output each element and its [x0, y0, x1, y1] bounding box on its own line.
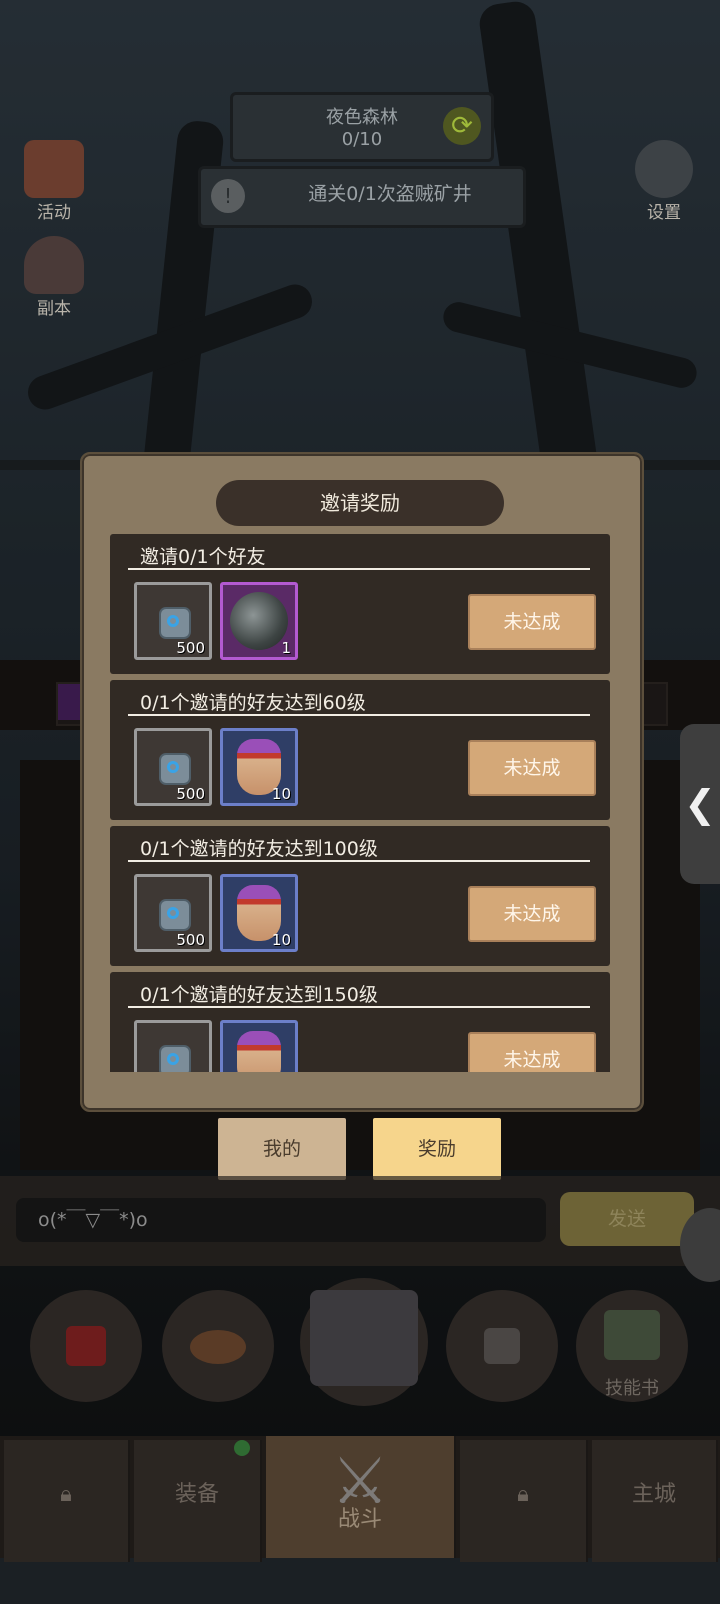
- nav-equip-label: 装备: [174, 1482, 219, 1507]
- chat-input[interactable]: o(*￣▽￣*)o: [16, 1198, 546, 1242]
- reward-title: 0/1个邀请的好友达到150级: [140, 984, 378, 1006]
- skill-book-label: 技能书: [605, 1378, 659, 1399]
- nav-locked-1[interactable]: 🔒︎: [4, 1440, 130, 1562]
- item-count: 10: [271, 785, 291, 803]
- reward-list[interactable]: 邀请0/1个好友 500 1 未达成 0/1个邀请的好友达到60级 500 10…: [110, 534, 610, 1072]
- nav-city[interactable]: 主城: [592, 1440, 718, 1562]
- status-button[interactable]: 未达成: [468, 1032, 596, 1072]
- hero-portrait-icon: [237, 1031, 281, 1072]
- locked-slot-button[interactable]: [446, 1290, 558, 1402]
- reward-item-hero-shard[interactable]: 10: [220, 728, 298, 806]
- stone-orb-icon: [230, 592, 288, 650]
- activity-button[interactable]: 活动: [12, 140, 96, 224]
- reward-title: 0/1个邀请的好友达到60级: [140, 692, 366, 714]
- lock-icon: 🔒︎: [60, 1482, 72, 1507]
- reward-item-gem[interactable]: [134, 1020, 212, 1072]
- status-button[interactable]: 未达成: [468, 886, 596, 942]
- nav-battle[interactable]: ⚔︎ 战斗: [266, 1436, 456, 1558]
- gem-icon: [159, 607, 191, 639]
- settings-label: 设置: [647, 203, 681, 223]
- reward-item-gem[interactable]: 500: [134, 582, 212, 660]
- dungeon-button[interactable]: 副本: [12, 236, 96, 320]
- status-button[interactable]: 未达成: [468, 740, 596, 796]
- reward-title: 邀请0/1个好友: [140, 546, 266, 568]
- gem-icon: [159, 899, 191, 931]
- portal-icon: [24, 236, 84, 294]
- reward-title: 0/1个邀请的好友达到100级: [140, 838, 378, 860]
- gear-icon: [635, 140, 693, 198]
- item-count: 500: [176, 931, 205, 949]
- gem-icon: [159, 1045, 191, 1072]
- tab-reward[interactable]: 奖励: [373, 1118, 501, 1180]
- reward-item-orb[interactable]: 1: [220, 582, 298, 660]
- quest-text: 通关0/1次盗贼矿井: [308, 183, 472, 205]
- divider: [128, 1006, 590, 1008]
- item-count: 10: [271, 931, 291, 949]
- quest-bar[interactable]: ! 通关0/1次盗贼矿井: [198, 166, 526, 228]
- treasure-chest-icon: [310, 1290, 418, 1386]
- nav-equip[interactable]: 装备: [134, 1440, 262, 1562]
- item-count: 1: [281, 639, 291, 657]
- nav-city-label: 主城: [631, 1482, 676, 1507]
- book-icon: [604, 1310, 660, 1360]
- crossed-swords-icon: ⚔︎: [331, 1445, 389, 1519]
- notification-dot: [234, 1440, 250, 1456]
- status-button[interactable]: 未达成: [468, 594, 596, 650]
- alert-icon: !: [211, 179, 245, 213]
- reward-item-gem[interactable]: 500: [134, 874, 212, 952]
- item-count: 500: [176, 785, 205, 803]
- lock-icon: [484, 1328, 520, 1364]
- reward-card: 0/1个邀请的好友达到100级 500 10 未达成: [110, 826, 610, 966]
- skill-book-button[interactable]: 技能书: [576, 1290, 688, 1402]
- settings-button[interactable]: 设置: [622, 140, 706, 224]
- reward-item-hero-shard[interactable]: 10: [220, 874, 298, 952]
- reward-card: 0/1个邀请的好友达到60级 500 10 未达成: [110, 680, 610, 820]
- bread-icon: [190, 1330, 246, 1364]
- reward-card: 邀请0/1个好友 500 1 未达成: [110, 534, 610, 674]
- lock-icon: 🔒︎: [517, 1482, 529, 1507]
- refresh-icon[interactable]: ⟳: [443, 107, 481, 145]
- dialog-title: 邀请奖励: [216, 480, 504, 526]
- potion-button[interactable]: [30, 1290, 142, 1402]
- activity-label: 活动: [37, 203, 71, 223]
- chest-button[interactable]: [300, 1278, 428, 1406]
- reward-item-hero-shard[interactable]: [220, 1020, 298, 1072]
- calendar-icon: [24, 140, 84, 198]
- send-button[interactable]: 发送: [560, 1192, 694, 1246]
- dungeon-label: 副本: [37, 299, 71, 319]
- divider: [128, 714, 590, 716]
- side-panel-toggle[interactable]: ❮: [680, 724, 720, 884]
- gem-icon: [159, 753, 191, 785]
- map-info[interactable]: 夜色森林 0/10 ⟳: [230, 92, 494, 162]
- potion-icon: [66, 1326, 106, 1366]
- reward-item-gem[interactable]: 500: [134, 728, 212, 806]
- item-count: 500: [176, 639, 205, 657]
- divider: [128, 568, 590, 570]
- tab-mine[interactable]: 我的: [218, 1118, 346, 1180]
- reward-card: 0/1个邀请的好友达到150级 未达成: [110, 972, 610, 1072]
- chevron-left-icon: ❮: [684, 782, 716, 826]
- nav-locked-2[interactable]: 🔒︎: [460, 1440, 588, 1562]
- bread-button[interactable]: [162, 1290, 274, 1402]
- divider: [128, 860, 590, 862]
